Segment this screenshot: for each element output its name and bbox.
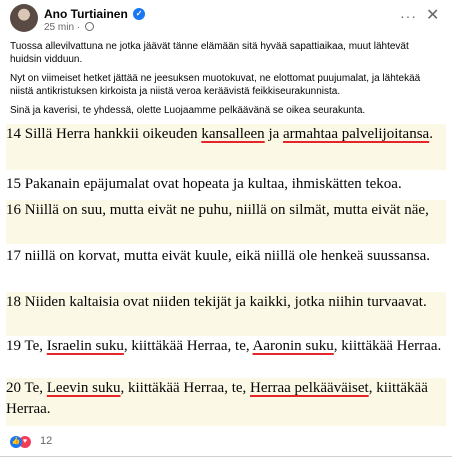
verse-text: ja xyxy=(264,126,284,142)
underlined-text: kansalleen xyxy=(201,126,265,142)
verse-text: , kiittäkää Herraa. xyxy=(333,338,442,354)
post-text: Tuossa allevilvattuna ne jotka jäävät tä… xyxy=(10,40,442,123)
verse-16: 16 Niillä on suu, mutta eivät ne puhu, n… xyxy=(6,200,446,244)
verse-text: 19 Te, xyxy=(6,338,47,354)
avatar[interactable] xyxy=(10,4,38,32)
verse-18: 18 Niiden kaltaisia ovat niiden tekijät … xyxy=(6,292,446,336)
close-icon[interactable]: ✕ xyxy=(426,5,439,25)
verified-badge-icon: ✓ xyxy=(133,7,146,20)
underlined-text: Herraa pelkääväiset xyxy=(250,380,369,396)
underlined-text: armahtaa palvelijoitansa xyxy=(283,126,430,142)
underlined-text: Aaronin suku xyxy=(252,338,334,354)
post-paragraph: Tuossa allevilvattuna ne jotka jäävät tä… xyxy=(10,41,409,65)
globe-icon xyxy=(84,22,94,31)
post-time[interactable]: 25 min xyxy=(44,22,74,33)
verse-14: 14 Sillä Herra hankkii oikeuden kansalle… xyxy=(6,124,446,170)
more-options-icon[interactable]: ··· xyxy=(400,8,417,24)
facebook-post: Ano Turtiainen ✓ 25 min · ··· ✕ Tuossa a… xyxy=(0,0,452,460)
post-meta: 25 min · xyxy=(44,22,94,33)
post-paragraph: Nyt on viimeiset hetket jättää ne jeesuk… xyxy=(10,73,421,97)
verse-text: 20 Te, xyxy=(6,380,47,396)
verse-text: , kiittäkää Herraa, te, xyxy=(120,380,251,396)
verse-17: 17 niillä on korvat, mutta eivät kuule, … xyxy=(6,248,431,264)
verse-text: 14 Sillä Herra hankkii oikeuden xyxy=(6,126,202,142)
reaction-count[interactable]: 12 xyxy=(40,435,52,447)
verse-text: . xyxy=(429,126,433,142)
verse-20: 20 Te, Leevin suku, kiittäkää Herraa, te… xyxy=(6,378,446,426)
underlined-text: Israelin suku xyxy=(46,338,124,354)
divider xyxy=(0,456,452,457)
author-name[interactable]: Ano Turtiainen xyxy=(44,7,128,21)
like-icon: 👍 xyxy=(10,436,22,448)
meta-separator: · xyxy=(76,22,81,33)
post-paragraph: Sinä ja kaverisi, te yhdessä, olette Luo… xyxy=(10,105,366,116)
verse-15: 15 Pakanain epäjumalat ovat hopeata ja k… xyxy=(6,176,402,192)
verse-19: 19 Te, Israelin suku, kiittäkää Herraa, … xyxy=(6,336,446,380)
verse-text: , kiittäkää Herraa, te, xyxy=(123,338,253,354)
author[interactable]: Ano Turtiainen ✓ xyxy=(44,6,146,21)
underlined-text: Leevin suku xyxy=(46,380,121,396)
